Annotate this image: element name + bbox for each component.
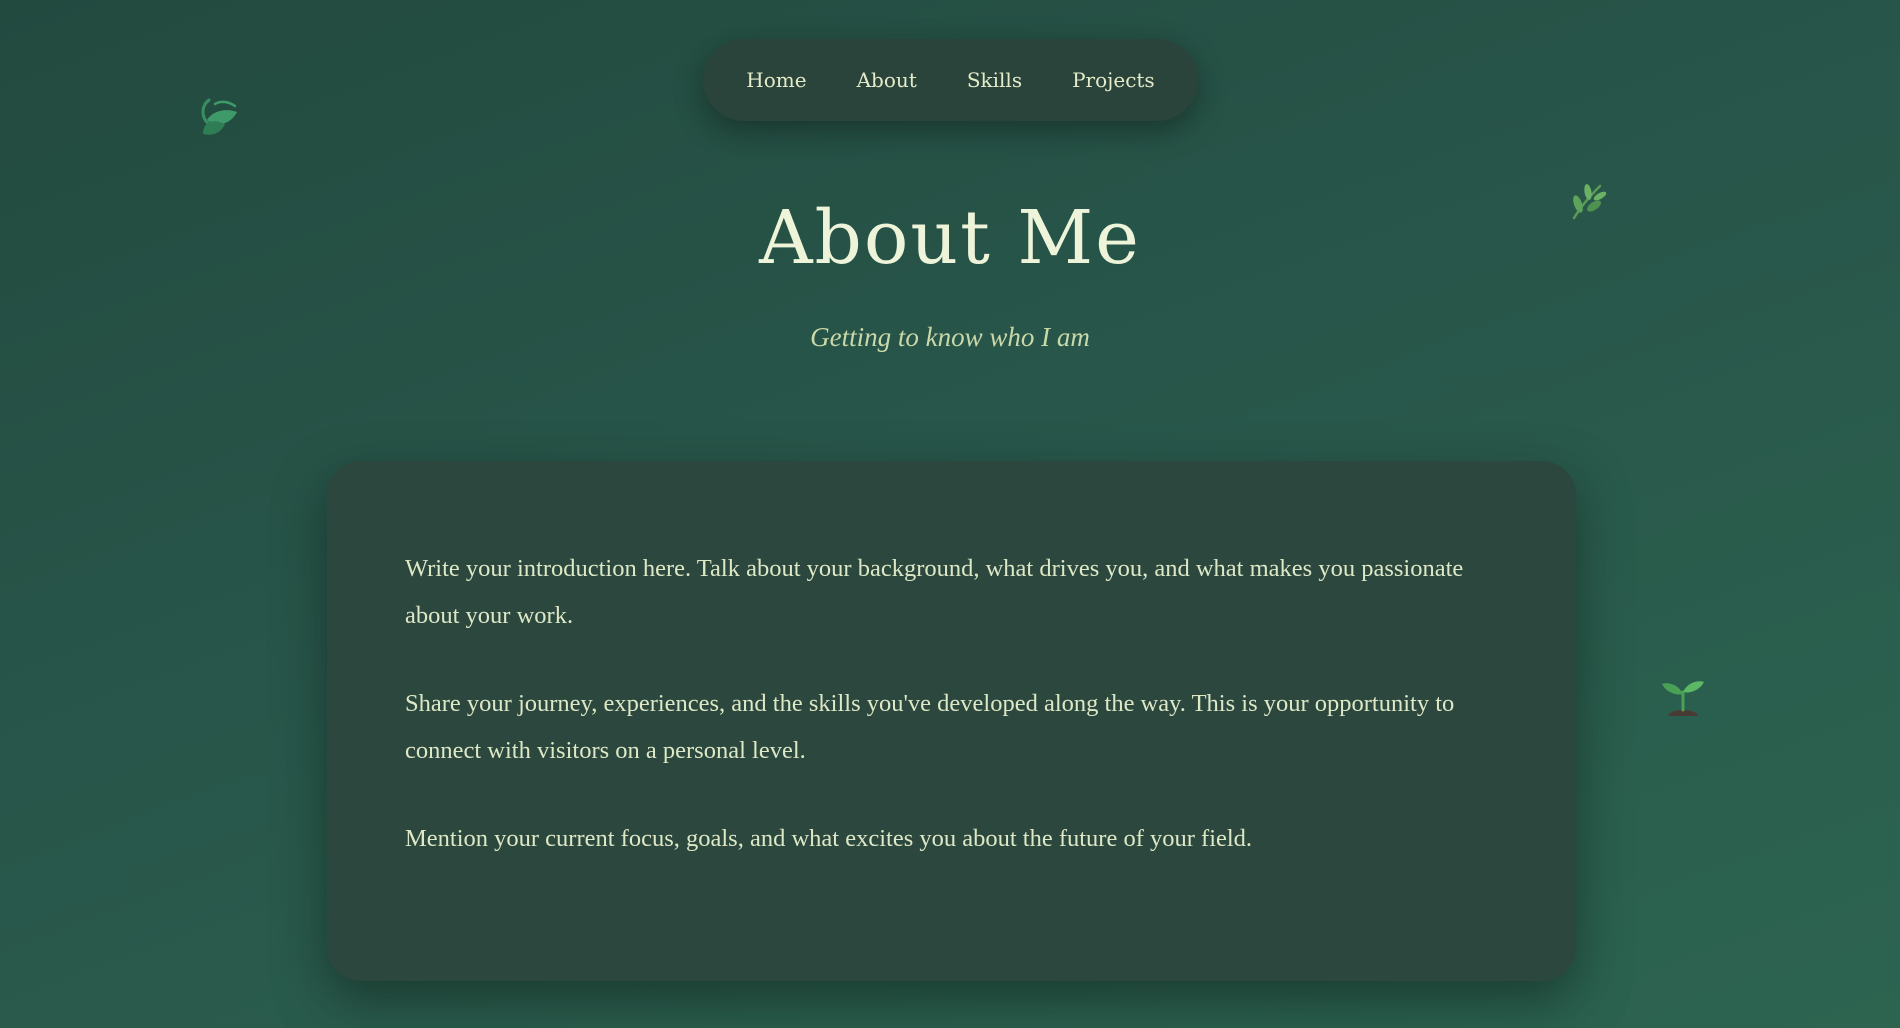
page-subtitle: Getting to know who I am [810, 322, 1090, 352]
about-card: Write your introduction here. Talk about… [327, 461, 1576, 981]
nav-about-link[interactable]: About [857, 68, 917, 92]
about-paragraph-journey: Share your journey, experiences, and the… [405, 690, 1455, 764]
nav-skills-link[interactable]: Skills [967, 68, 1022, 92]
about-paragraph-intro: Write your introduction here. Talk about… [405, 555, 1464, 629]
about-paragraph-focus: Mention your current focus, goals, and w… [405, 825, 1253, 852]
leaf-icon [201, 98, 237, 135]
seedling-icon [1662, 681, 1704, 716]
nav-home-link[interactable]: Home [746, 68, 806, 92]
top-nav: Home About Skills Projects [703, 39, 1198, 121]
page-title: About Me [759, 195, 1141, 281]
nav-projects-link[interactable]: Projects [1072, 68, 1155, 92]
